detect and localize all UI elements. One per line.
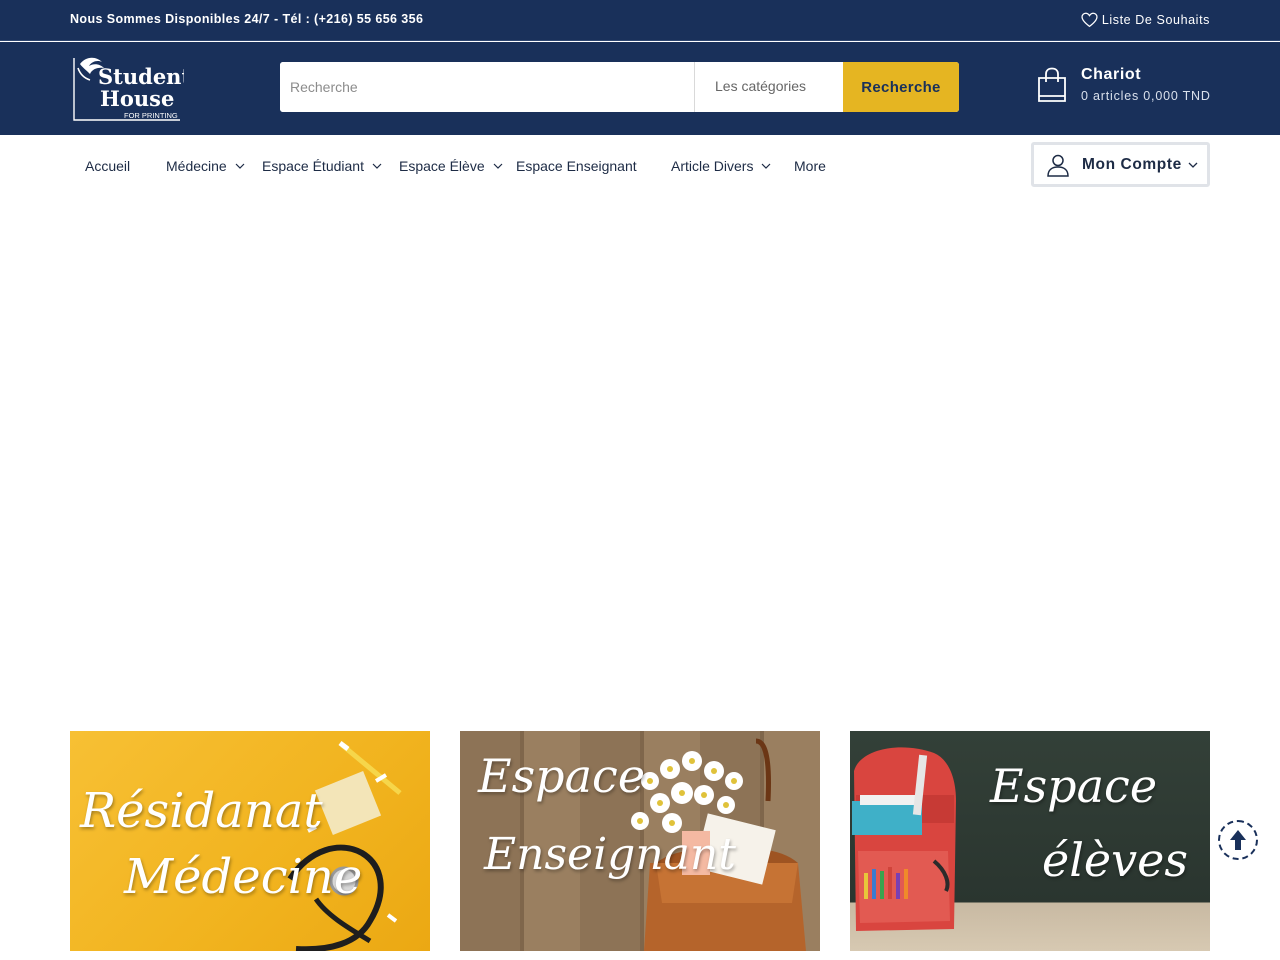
banner-line-1: Résidanat (80, 783, 323, 839)
search-input[interactable] (280, 62, 694, 112)
store-logo[interactable]: Student House FOR PRINTING (72, 54, 184, 124)
banner-residanat-medecine[interactable]: Résidanat Médecine (70, 731, 430, 951)
nav-item-label: Médecine (166, 158, 227, 174)
heart-icon (1081, 12, 1098, 28)
arrow-up-icon (1230, 830, 1246, 850)
banner-line-2: élèves (1042, 833, 1188, 887)
scroll-to-top-button[interactable] (1218, 820, 1258, 860)
nav-item-label: Article Divers (671, 158, 754, 174)
banner-espace-enseignant[interactable]: Espace Enseignant (460, 731, 820, 951)
wishlist-label: Liste De Souhaits (1101, 13, 1210, 27)
nav-item-label: Accueil (85, 158, 131, 174)
nav-item-label: Espace Enseignant (516, 158, 637, 174)
chevron-down-icon (1188, 162, 1198, 168)
chevron-down-icon (372, 163, 382, 169)
search-button[interactable]: Recherche (843, 62, 959, 112)
logo-line-2: House (100, 86, 174, 111)
contact-phone-text: Nous Sommes Disponibles 24/7 - Tél : (+2… (70, 12, 424, 26)
nav-item-label: More (794, 158, 826, 174)
nav-item-medecine[interactable]: Médecine (166, 158, 245, 174)
main-nav: Accueil Médecine Espace Étudiant Espace … (0, 135, 1280, 195)
wishlist-link[interactable]: Liste De Souhaits (1081, 12, 1210, 28)
main-header: Student House FOR PRINTING Les catégorie… (0, 42, 1280, 135)
categories-select[interactable]: Les catégories (694, 62, 843, 112)
user-icon (1047, 154, 1069, 177)
nav-item-espace-enseignant[interactable]: Espace Enseignant (516, 158, 637, 174)
cart-summary: 0 articles 0,000 TND (1081, 89, 1211, 103)
banner-espace-eleves[interactable]: Espace élèves (850, 731, 1210, 951)
top-bar: Nous Sommes Disponibles 24/7 - Tél : (+2… (0, 0, 1280, 41)
nav-item-label: Espace Étudiant (262, 158, 364, 174)
logo-line-3: FOR PRINTING (124, 111, 178, 120)
cart-title: Chariot (1081, 66, 1142, 83)
nav-item-more[interactable]: More (794, 158, 826, 174)
banner-line-2: Médecine (124, 849, 363, 905)
shopping-bag-icon (1038, 67, 1066, 102)
search-bar: Les catégories Recherche (280, 62, 959, 112)
nav-item-article-divers[interactable]: Article Divers (671, 158, 771, 174)
cart-widget[interactable]: Chariot 0 articles 0,000 TND (1036, 66, 1211, 103)
nav-item-accueil[interactable]: Accueil (85, 158, 130, 174)
nav-item-espace-etudiant[interactable]: Espace Étudiant (262, 158, 382, 174)
chevron-down-icon (235, 163, 245, 169)
nav-item-espace-eleve[interactable]: Espace Élève (399, 158, 503, 174)
account-label: Mon Compte (1082, 155, 1182, 173)
banner-line-1: Espace (478, 749, 646, 803)
chevron-down-icon (493, 163, 503, 169)
chevron-down-icon (762, 163, 771, 169)
stethoscope-illustration (287, 741, 402, 951)
nav-item-label: Espace Élève (399, 158, 485, 174)
account-dropdown[interactable]: Mon Compte (1031, 142, 1210, 187)
banner-line-2: Enseignant (484, 829, 736, 880)
banner-line-1: Espace (990, 759, 1158, 813)
